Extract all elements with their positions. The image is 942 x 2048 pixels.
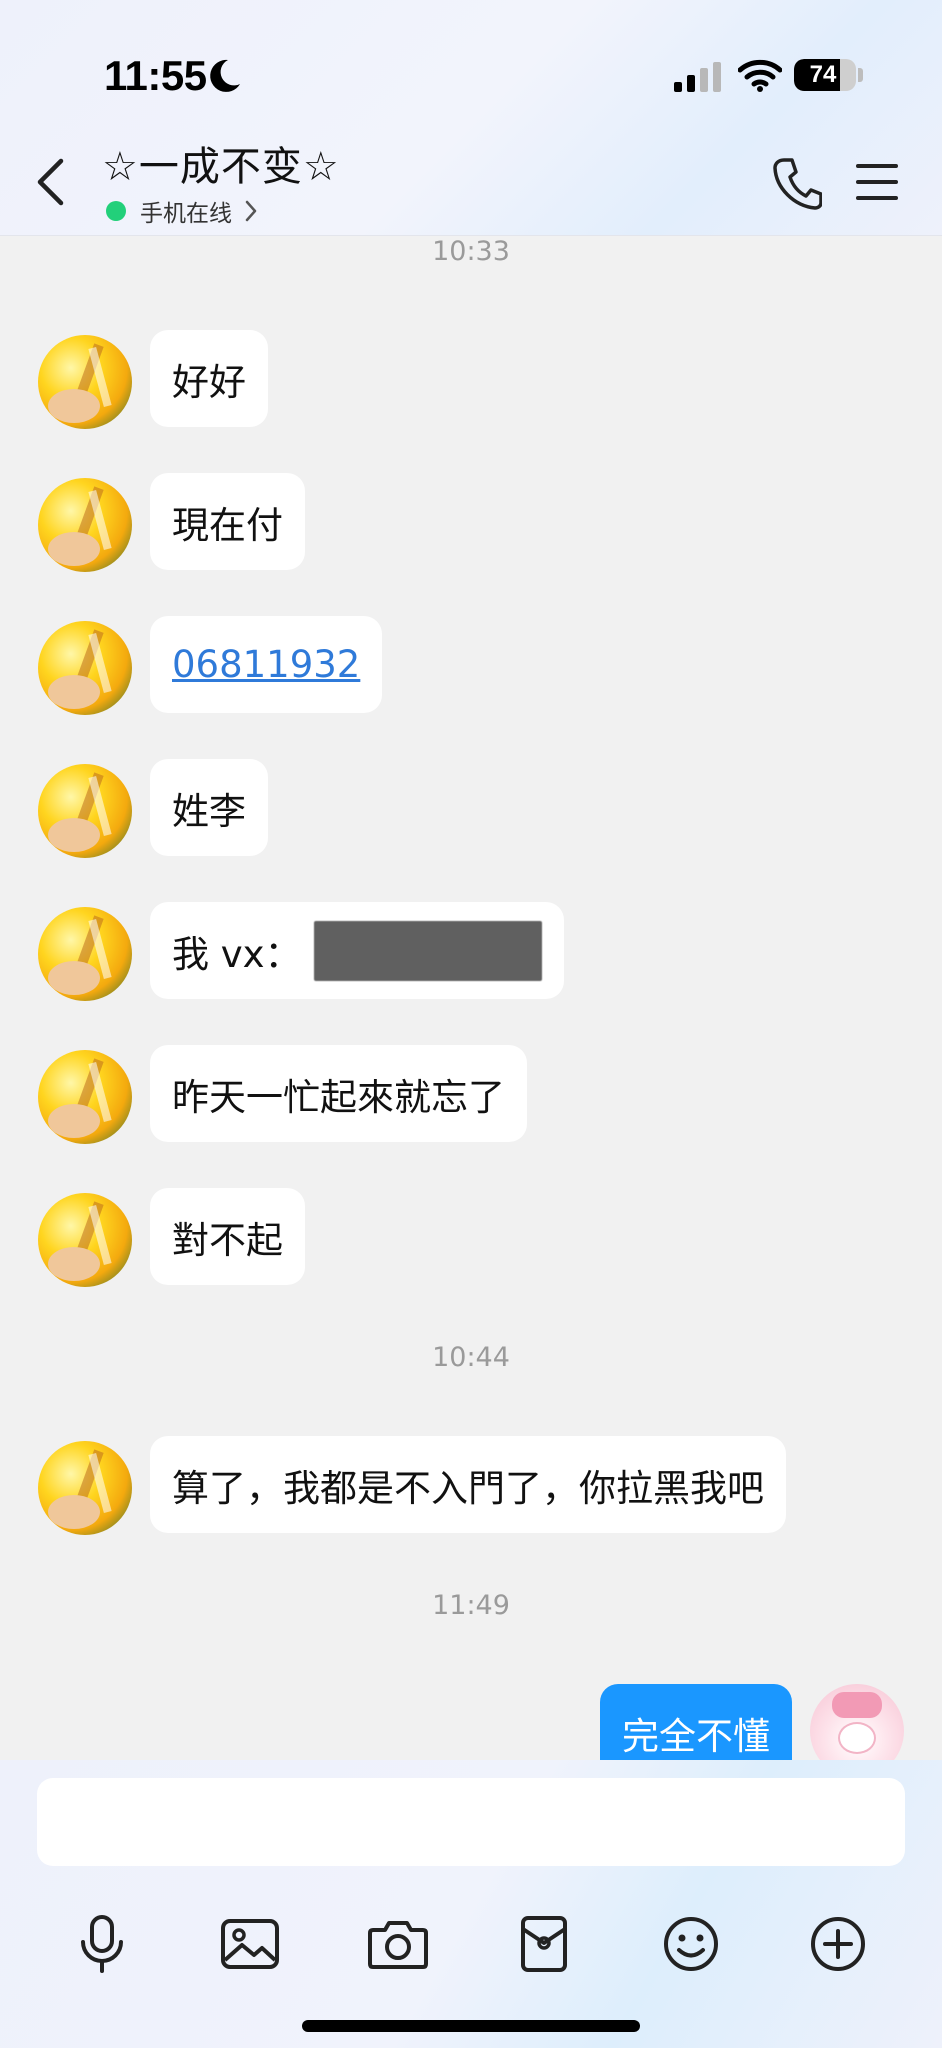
timestamp: 10:44 [432,1342,510,1373]
voice-button[interactable] [70,1912,134,1976]
message-row: 好好 [0,330,942,430]
contact-avatar[interactable] [38,764,132,858]
message-row: 算了，我都是不入門了，你拉黑我吧 [0,1436,942,1536]
red-packet-icon [521,1916,567,1972]
chat-header: 11:55 74 ☆一成不变☆ 手机在线 [0,0,942,236]
microphone-icon [81,1915,123,1973]
message-bubble[interactable]: 我 vx： [150,902,564,999]
my-message-row: 完全不懂 [0,1684,942,1760]
contact-avatar[interactable] [38,478,132,572]
wifi-icon [738,59,782,92]
message-row: 對不起 [0,1188,942,1288]
battery-tip [858,68,863,82]
camera-button[interactable] [366,1912,430,1976]
contact-avatar[interactable] [38,1193,132,1287]
message-row: 現在付 [0,473,942,573]
phone-number-link[interactable]: 06811932 [172,643,360,686]
image-button[interactable] [218,1912,282,1976]
emoji-icon [664,1917,718,1971]
signal-icon [674,62,721,92]
camera-icon [368,1921,428,1969]
online-status[interactable]: 手机在线 [106,194,258,228]
message-row: 昨天一忙起來就忘了 [0,1045,942,1145]
emoji-button[interactable] [659,1912,723,1976]
menu-icon[interactable] [856,162,898,202]
phone-icon[interactable] [772,156,822,210]
online-status-text: 手机在线 [140,201,232,227]
contact-avatar[interactable] [38,335,132,429]
redacted-block [313,920,542,981]
back-arrow-icon [37,158,64,206]
message-row: 我 vx： [0,902,942,1002]
message-bubble[interactable]: 06811932 [150,616,383,713]
red-packet-button[interactable] [512,1912,576,1976]
contact-name[interactable]: ☆一成不变☆ [102,134,340,192]
home-indicator[interactable] [302,2020,640,2032]
online-dot [106,201,126,221]
message-text: 我 vx： [172,932,302,976]
input-area [0,1760,942,2048]
contact-avatar[interactable] [38,1050,132,1144]
timestamp: 10:33 [432,236,510,267]
timestamp: 11:49 [432,1590,510,1621]
message-row: 06811932 [0,616,942,716]
back-button[interactable] [28,150,72,214]
battery-icon: 74 [794,59,856,91]
message-bubble[interactable]: 對不起 [150,1188,305,1285]
message-bubble[interactable]: 姓李 [150,759,268,856]
message-bubble[interactable]: 現在付 [150,473,305,570]
my-message-bubble[interactable]: 完全不懂 [600,1684,792,1760]
chat-messages[interactable]: 10:33 好好 現在付 06811932 姓李 我 vx： 昨天一忙起來就忘了… [0,236,942,1760]
contact-avatar[interactable] [38,907,132,1001]
plus-button[interactable] [806,1912,870,1976]
contact-avatar[interactable] [38,621,132,715]
image-icon [221,1919,279,1969]
message-bubble[interactable]: 昨天一忙起來就忘了 [150,1045,527,1142]
my-avatar[interactable] [810,1684,904,1760]
plus-icon [811,1917,865,1971]
message-bubble[interactable]: 好好 [150,330,268,427]
status-time: 11:55 [104,52,207,99]
chevron-right-icon [245,200,257,222]
moon-icon [210,59,240,92]
message-row: 姓李 [0,759,942,859]
contact-avatar[interactable] [38,1441,132,1535]
battery-level: 74 [809,61,837,88]
message-bubble[interactable]: 算了，我都是不入門了，你拉黑我吧 [150,1436,786,1533]
message-input[interactable] [37,1778,905,1866]
